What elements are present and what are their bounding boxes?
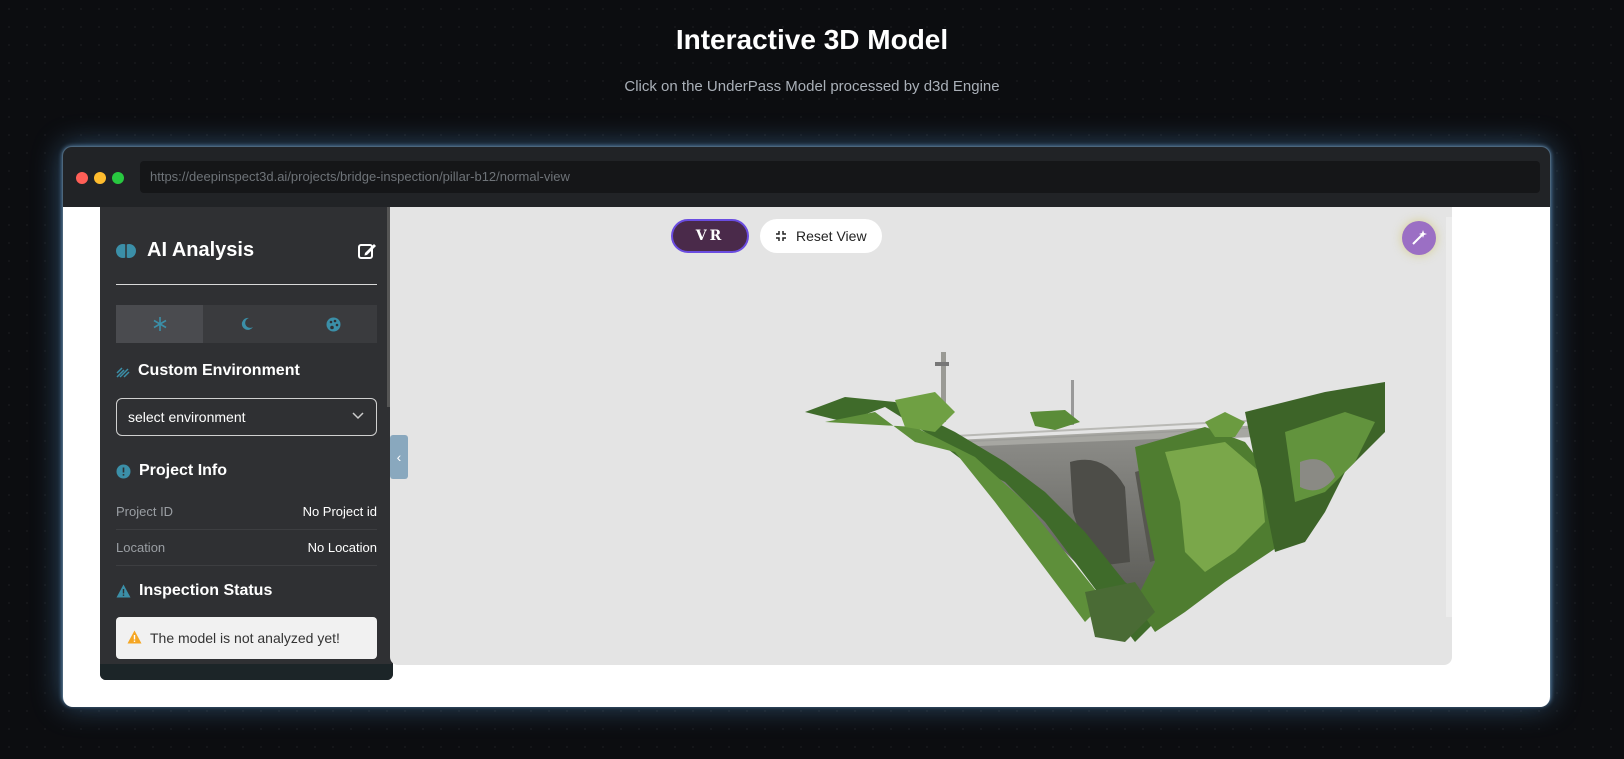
- browser-window: https://deepinspect3d.ai/projects/bridge…: [62, 146, 1551, 707]
- palette-icon: [326, 317, 341, 331]
- window-minimize-dot[interactable]: [94, 172, 106, 184]
- window-close-dot[interactable]: [76, 172, 88, 184]
- tab-snowflake-theme[interactable]: [116, 305, 203, 343]
- inspection-status-message: The model is not analyzed yet!: [150, 630, 340, 646]
- edit-icon[interactable]: [357, 241, 377, 261]
- reset-view-label: Reset View: [796, 228, 867, 244]
- location-label: Location: [116, 540, 166, 555]
- project-info-section-title: Project Info: [116, 462, 227, 480]
- chevron-down-icon: [352, 412, 364, 420]
- environment-title: Custom Environment: [138, 362, 300, 379]
- brain-icon: [116, 244, 136, 258]
- environment-select-value: select environment: [128, 409, 246, 425]
- moon-icon: [241, 317, 253, 330]
- info-icon: [116, 464, 131, 478]
- fullscreen-exit-icon: [776, 231, 786, 241]
- hatch-icon: [116, 367, 130, 378]
- project-id-label: Project ID: [116, 504, 174, 519]
- 3d-viewport[interactable]: VR Reset View: [390, 207, 1452, 665]
- ai-analysis-sidebar: AI Analysis Custom Environment select en…: [100, 207, 393, 680]
- sidebar-footer: [100, 664, 393, 680]
- magic-wand-button[interactable]: [1402, 221, 1436, 255]
- underpass-3d-model[interactable]: [805, 352, 1405, 652]
- tab-moon-theme[interactable]: [203, 305, 290, 343]
- browser-toolbar: https://deepinspect3d.ai/projects/bridge…: [63, 147, 1550, 207]
- sidebar-title: AI Analysis: [147, 239, 255, 261]
- environment-select[interactable]: select environment: [116, 398, 377, 436]
- project-id-value: No Project id: [302, 504, 377, 519]
- warning-triangle-icon: [116, 584, 131, 598]
- environment-section-title: Custom Environment: [116, 362, 300, 380]
- url-bar[interactable]: https://deepinspect3d.ai/projects/bridge…: [140, 161, 1540, 193]
- reset-view-button[interactable]: Reset View: [760, 219, 882, 253]
- location-value: No Location: [307, 540, 377, 555]
- page-subtitle: Click on the UnderPass Model processed b…: [624, 78, 1000, 95]
- vr-button[interactable]: VR: [671, 219, 749, 253]
- location-row: Location No Location: [116, 530, 377, 566]
- browser-content: AI Analysis Custom Environment select en…: [63, 207, 1550, 707]
- inspection-section-title: Inspection Status: [116, 582, 272, 600]
- project-info-title: Project Info: [139, 462, 228, 479]
- sidebar-collapse-handle[interactable]: ‹: [390, 435, 408, 479]
- inspection-title: Inspection Status: [139, 582, 273, 599]
- inspection-status-alert: The model is not analyzed yet!: [116, 617, 377, 659]
- viewport-scrollbar[interactable]: [1446, 217, 1452, 617]
- tab-palette-theme[interactable]: [290, 305, 377, 343]
- theme-tabs: [116, 305, 377, 343]
- warning-icon: [127, 630, 142, 644]
- project-id-row: Project ID No Project id: [116, 494, 377, 530]
- page-title: Interactive 3D Model: [675, 24, 949, 55]
- magic-wand-icon: [1412, 230, 1427, 245]
- window-maximize-dot[interactable]: [112, 172, 124, 184]
- sidebar-header: AI Analysis: [116, 235, 377, 285]
- snowflake-icon: [153, 317, 166, 331]
